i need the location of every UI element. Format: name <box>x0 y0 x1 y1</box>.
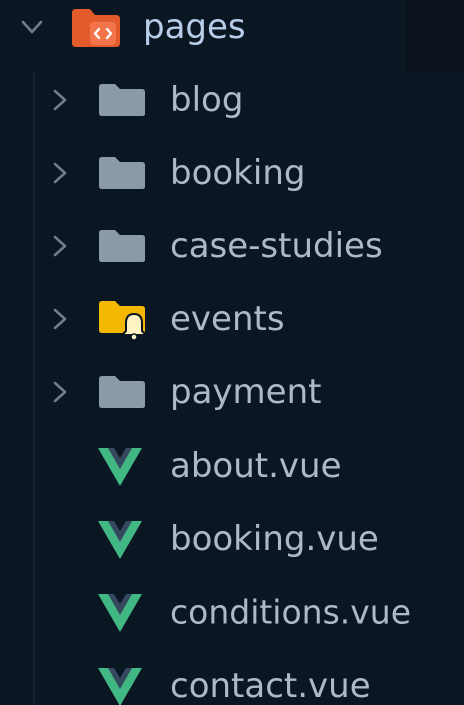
folder-event-icon <box>98 298 150 340</box>
chevron-right-icon[interactable] <box>46 159 74 187</box>
folder-icon <box>98 83 146 117</box>
vue-file-icon <box>98 520 142 559</box>
tree-item-conditions-vue-file[interactable]: conditions.vue <box>0 575 464 648</box>
tree-item-label: contact.vue <box>170 665 371 705</box>
tree-item-about-vue-file[interactable]: about.vue <box>0 429 464 502</box>
tree-item-blog-folder[interactable]: blog <box>0 63 464 136</box>
tree-item-label: booking <box>170 152 306 193</box>
tree-item-booking-vue-file[interactable]: booking.vue <box>0 502 464 575</box>
vue-file-icon <box>98 447 142 486</box>
file-explorer-tree: pages blog booking case-studies events p… <box>0 0 464 705</box>
tree-item-label: events <box>170 298 285 339</box>
chevron-down-icon[interactable] <box>18 13 46 41</box>
tree-item-label: payment <box>170 371 322 412</box>
tree-item-contact-vue-file[interactable]: contact.vue <box>0 649 464 705</box>
tree-item-label: blog <box>170 79 244 120</box>
vue-file-icon <box>98 667 142 705</box>
tree-item-label: conditions.vue <box>170 592 412 631</box>
tree-item-label: about.vue <box>170 445 342 486</box>
chevron-right-icon[interactable] <box>46 378 74 406</box>
folder-icon <box>98 375 146 409</box>
tree-item-events-folder[interactable]: events <box>0 282 464 355</box>
folder-icon <box>98 156 146 190</box>
tree-item-label: booking.vue <box>170 518 379 559</box>
tree-item-payment-folder[interactable]: payment <box>0 355 464 428</box>
chevron-right-icon[interactable] <box>46 86 74 114</box>
tree-item-case-studies-folder[interactable]: case-studies <box>0 209 464 282</box>
tree-item-booking-folder[interactable]: booking <box>0 136 464 209</box>
tree-item-label: pages <box>143 6 246 47</box>
folder-icon <box>98 229 146 263</box>
tree-item-pages-folder[interactable]: pages <box>0 0 464 63</box>
chevron-right-icon[interactable] <box>46 305 74 333</box>
tree-item-label: case-studies <box>170 225 383 266</box>
folder-pages-icon <box>70 5 122 49</box>
chevron-right-icon[interactable] <box>46 232 74 260</box>
vue-file-icon <box>98 593 142 632</box>
